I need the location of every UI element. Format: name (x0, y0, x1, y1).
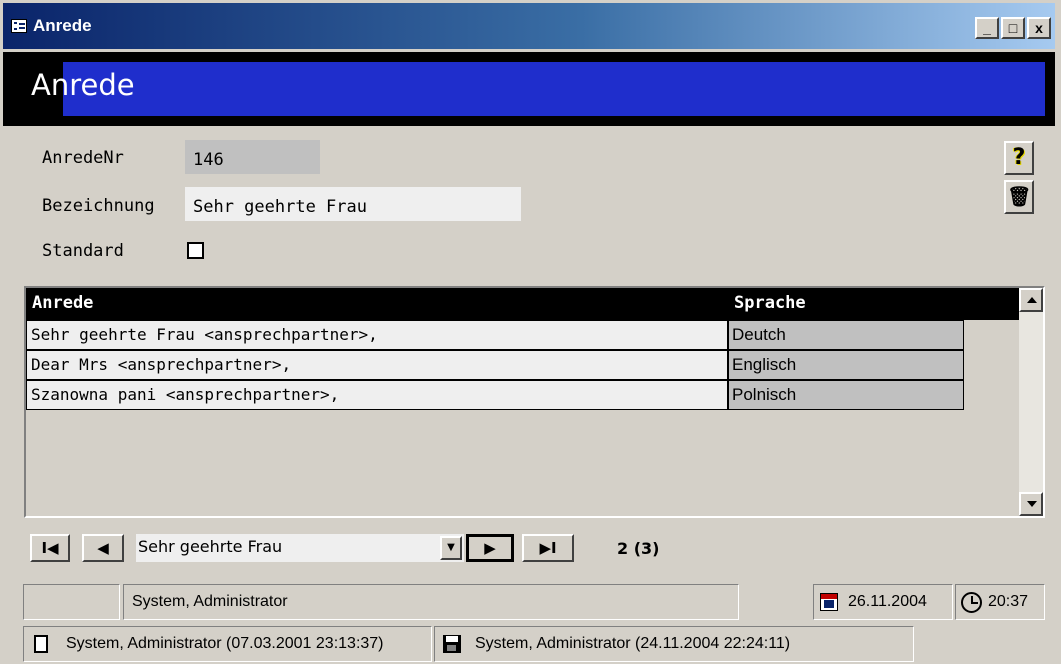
delete-button[interactable]: 🗑 (1004, 180, 1034, 214)
status-time-pane: 20:37 (955, 584, 1045, 620)
status-created: System, Administrator (07.03.2001 23:13:… (66, 635, 384, 652)
sprache-cell[interactable]: Englisch (728, 350, 964, 380)
save-disk-icon (443, 635, 461, 653)
vertical-scrollbar[interactable] (1019, 288, 1043, 516)
clock-icon (961, 592, 982, 613)
status-modified-pane: System, Administrator (24.11.2004 22:24:… (434, 626, 914, 662)
next-record-icon: ▶ (484, 539, 496, 557)
last-record-button[interactable]: ▶I (522, 534, 574, 562)
maximize-button[interactable]: □ (1001, 17, 1025, 39)
new-document-icon (34, 635, 48, 653)
anrede-cell[interactable]: Sehr geehrte Frau <ansprechpartner>, (26, 320, 728, 350)
bezeichnung-field[interactable] (185, 187, 521, 221)
status-date: 26.11.2004 (848, 593, 927, 610)
status-date-pane: 26.11.2004 (813, 584, 953, 620)
window-title: Anrede (33, 16, 92, 35)
status-time: 20:37 (988, 593, 1029, 610)
question-mark-icon: ? (1012, 145, 1026, 170)
anrede-cell[interactable]: Szanowna pani <ansprechpartner>, (26, 380, 728, 410)
standard-checkbox[interactable] (187, 242, 204, 259)
title-bar[interactable]: Anrede _ □ x (3, 3, 1055, 49)
status-pane-empty (23, 584, 120, 620)
grid-header: Anrede Sprache (26, 288, 1019, 320)
first-record-button[interactable]: I◀ (30, 534, 70, 562)
first-record-icon: I◀ (41, 539, 59, 557)
previous-record-button[interactable]: ◀ (82, 534, 124, 562)
close-button[interactable]: x (1027, 17, 1051, 39)
anredenr-label: AnredeNr (42, 148, 124, 168)
standard-label: Standard (42, 241, 124, 261)
status-modified: System, Administrator (24.11.2004 22:24:… (475, 635, 791, 652)
record-counter: 2 (3) (617, 539, 660, 558)
table-row[interactable]: Dear Mrs <ansprechpartner>, Englisch (26, 350, 964, 380)
minimize-button[interactable]: _ (975, 17, 999, 39)
anredenr-field[interactable] (185, 140, 320, 174)
arrow-up-icon (1027, 297, 1037, 303)
form-window: Anrede _ □ x Anrede AnredeNr Bezeichnung… (0, 0, 1061, 664)
calendar-icon (820, 593, 838, 611)
sprache-cell[interactable]: Deutch (728, 320, 964, 350)
column-header-sprache[interactable]: Sprache (734, 293, 806, 313)
arrow-down-icon (1027, 501, 1037, 507)
next-record-button[interactable]: ▶ (466, 534, 514, 562)
record-navigation: I◀ ◀ Sehr geehrte Frau ▼ ▶ ▶I 2 (3) (24, 530, 1045, 566)
status-user: System, Administrator (132, 593, 288, 610)
combo-dropdown-button[interactable]: ▼ (440, 536, 462, 560)
anrede-subform: Anrede Sprache Sehr geehrte Frau <anspre… (24, 286, 1045, 518)
chevron-down-icon: ▼ (447, 542, 455, 553)
last-record-icon: ▶I (539, 539, 557, 557)
header-title: Anrede (31, 68, 135, 102)
table-row[interactable]: Sehr geehrte Frau <ansprechpartner>, Deu… (26, 320, 964, 350)
table-row[interactable]: Szanowna pani <ansprechpartner>, Polnisc… (26, 380, 964, 410)
status-user-pane: System, Administrator (123, 584, 739, 620)
record-search-combo[interactable]: Sehr geehrte Frau (136, 534, 464, 562)
form-icon (11, 19, 27, 33)
sprache-cell[interactable]: Polnisch (728, 380, 964, 410)
bezeichnung-label: Bezeichnung (42, 196, 155, 216)
anrede-cell[interactable]: Dear Mrs <ansprechpartner>, (26, 350, 728, 380)
scroll-down-button[interactable] (1019, 492, 1043, 516)
status-created-pane: System, Administrator (07.03.2001 23:13:… (23, 626, 432, 662)
column-header-anrede[interactable]: Anrede (32, 293, 93, 313)
form-header: Anrede (3, 52, 1055, 126)
help-button[interactable]: ? (1004, 141, 1034, 175)
header-band (63, 62, 1045, 116)
scroll-up-button[interactable] (1019, 288, 1043, 312)
previous-record-icon: ◀ (97, 539, 109, 557)
trash-icon: 🗑 (1006, 186, 1032, 208)
